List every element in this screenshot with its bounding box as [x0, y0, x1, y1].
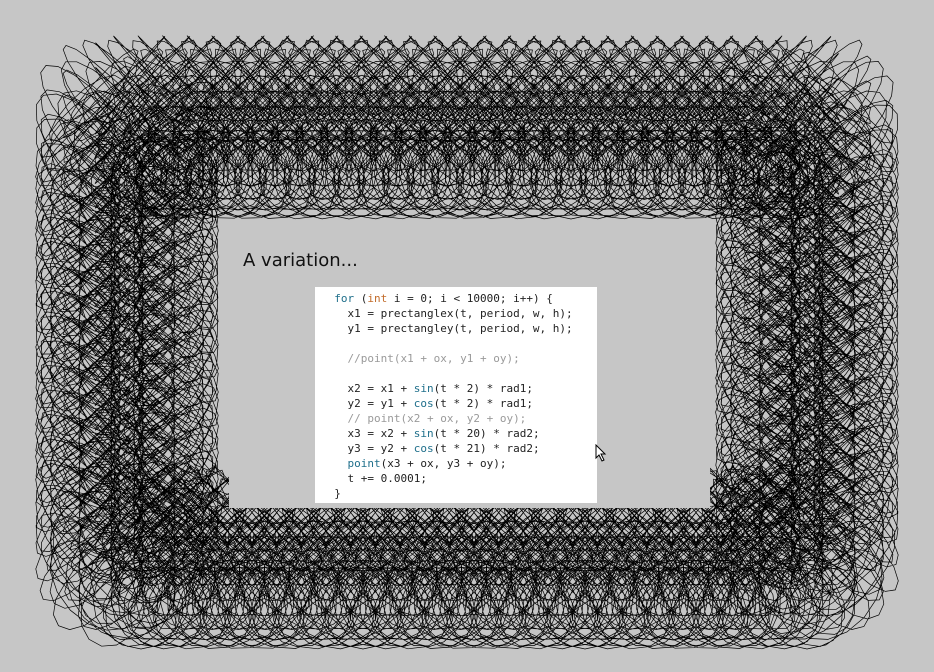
code-token: (t * 21) * rad2; [433, 442, 540, 455]
code-line: for (int i = 0; i < 10000; i++) { [321, 291, 573, 306]
code-snippet-box: for (int i = 0; i < 10000; i++) { x1 = p… [315, 287, 597, 503]
code-line: } [321, 486, 573, 501]
code-line: // point(x2 + ox, y2 + oy); [321, 411, 573, 426]
code-line: x3 = x2 + sin(t * 20) * rad2; [321, 426, 573, 441]
code-token: t += 0.0001; [347, 472, 427, 485]
code-token: cos [413, 442, 434, 455]
code-token: cos [413, 397, 434, 410]
code-token: sin [413, 382, 434, 395]
code-token: int [367, 292, 388, 305]
code-token: x2 = x1 + [347, 382, 414, 395]
code-token: point [347, 457, 381, 470]
code-token: } [334, 487, 341, 500]
code-token: y2 = y1 + [347, 397, 414, 410]
code-token: i = 0; i < 10000; i++) { [387, 292, 553, 305]
code-token: (t * 20) * rad2; [433, 427, 540, 440]
code-line: y1 = prectangley(t, period, w, h); [321, 321, 573, 336]
code-line: y3 = y2 + cos(t * 21) * rad2; [321, 441, 573, 456]
code-token: y3 = y2 + [347, 442, 414, 455]
code-token: y1 = prectangley(t, period, w, h); [347, 322, 573, 335]
code-token: (t * 2) * rad1; [433, 382, 533, 395]
code-token: (t * 2) * rad1; [433, 397, 533, 410]
mouse-pointer-icon [595, 444, 607, 462]
code-line: x2 = x1 + sin(t * 2) * rad1; [321, 381, 573, 396]
code-token: //point(x1 + ox, y1 + oy); [347, 352, 520, 365]
code-token: ( [354, 292, 368, 305]
code-line: y2 = y1 + cos(t * 2) * rad1; [321, 396, 573, 411]
code-line: //point(x1 + ox, y1 + oy); [321, 351, 573, 366]
code-line: x1 = prectanglex(t, period, w, h); [321, 306, 573, 321]
code-listing: for (int i = 0; i < 10000; i++) { x1 = p… [321, 291, 573, 501]
slide-title: A variation... [243, 250, 358, 271]
sketch-canvas: A variation... for (int i = 0; i < 10000… [0, 0, 934, 672]
code-token: x1 = prectanglex(t, period, w, h); [347, 307, 573, 320]
code-token: x3 = x2 + [347, 427, 414, 440]
code-line: t += 0.0001; [321, 471, 573, 486]
code-line: point(x3 + ox, y3 + oy); [321, 456, 573, 471]
code-token: // point(x2 + ox, y2 + oy); [347, 412, 527, 425]
code-token: for [334, 292, 355, 305]
code-token: (x3 + ox, y3 + oy); [380, 457, 507, 470]
code-token: sin [413, 427, 434, 440]
